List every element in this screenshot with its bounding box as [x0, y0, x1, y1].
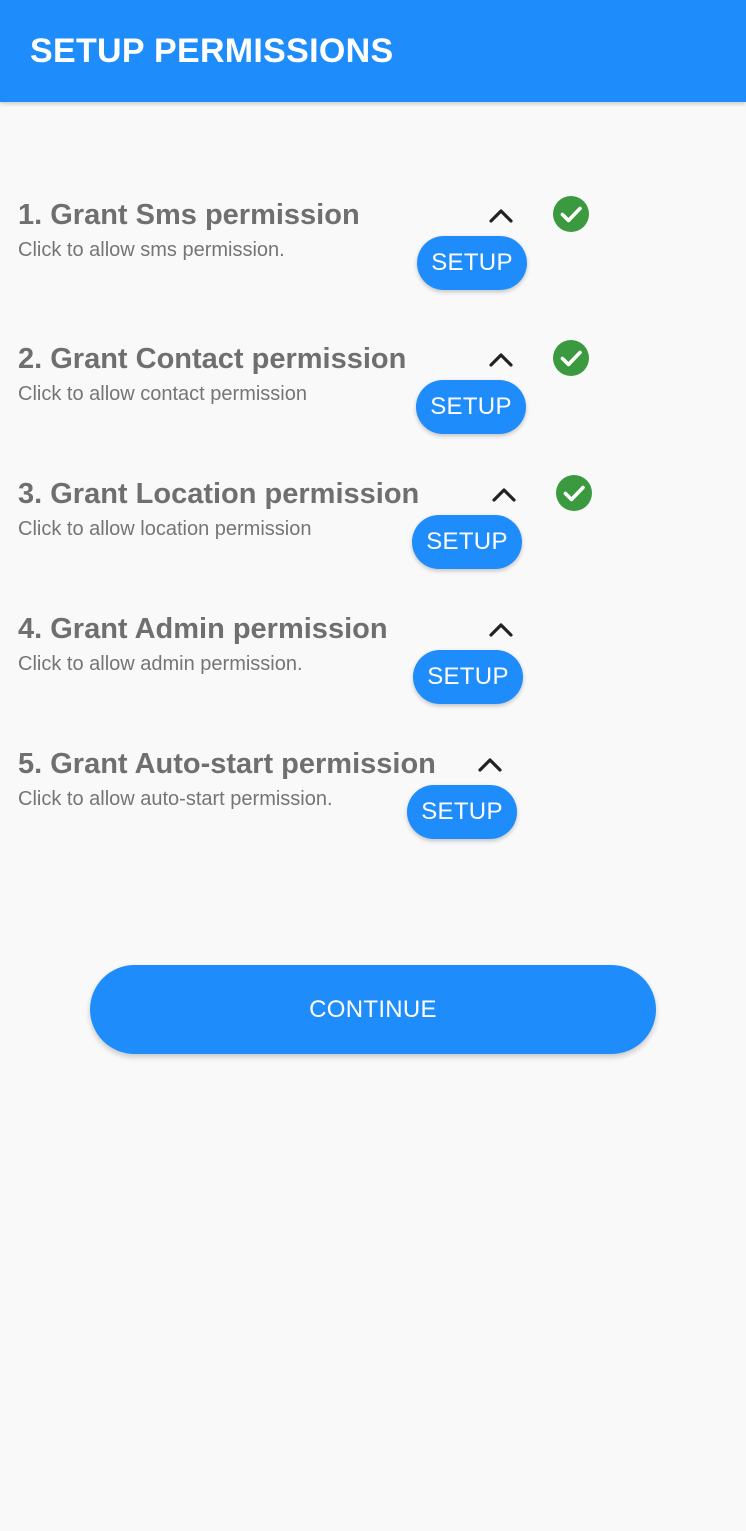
permission-item-contact: 2. Grant Contact permission Click to all…	[0, 340, 746, 453]
check-circle-icon	[553, 196, 589, 232]
chevron-up-icon[interactable]	[489, 481, 519, 507]
chevron-up-icon[interactable]	[486, 346, 516, 372]
permission-title: 4. Grant Admin permission	[18, 613, 388, 645]
permission-title: 1. Grant Sms permission	[18, 199, 360, 231]
app-bar: SETUP PERMISSIONS	[0, 0, 746, 102]
setup-button[interactable]: SETUP	[416, 380, 526, 434]
check-circle-icon	[556, 475, 592, 511]
permission-title: 5. Grant Auto-start permission	[18, 748, 436, 780]
permission-description: Click to allow contact permission	[18, 383, 307, 405]
permission-description: Click to allow location permission	[18, 518, 312, 540]
permission-description: Click to allow auto-start permission.	[18, 788, 333, 810]
check-circle-icon	[553, 340, 589, 376]
chevron-up-icon[interactable]	[486, 202, 516, 228]
permission-description: Click to allow admin permission.	[18, 653, 303, 675]
page-title: SETUP PERMISSIONS	[30, 32, 394, 70]
permission-item-auto-start: 5. Grant Auto-start permission Click to …	[0, 748, 746, 858]
setup-button[interactable]: SETUP	[407, 785, 517, 839]
permission-title: 3. Grant Location permission	[18, 478, 420, 510]
permission-item-admin: 4. Grant Admin permission Click to allow…	[0, 613, 746, 723]
permission-item-sms: 1. Grant Sms permission Click to allow s…	[0, 196, 746, 309]
setup-button[interactable]: SETUP	[412, 515, 522, 569]
permission-item-location: 3. Grant Location permission Click to al…	[0, 475, 746, 588]
permission-title: 2. Grant Contact permission	[18, 343, 407, 375]
chevron-up-icon[interactable]	[475, 751, 505, 777]
continue-button[interactable]: CONTINUE	[90, 965, 656, 1054]
setup-button[interactable]: SETUP	[413, 650, 523, 704]
chevron-up-icon[interactable]	[486, 616, 516, 642]
setup-button[interactable]: SETUP	[417, 236, 527, 290]
permission-description: Click to allow sms permission.	[18, 239, 285, 261]
